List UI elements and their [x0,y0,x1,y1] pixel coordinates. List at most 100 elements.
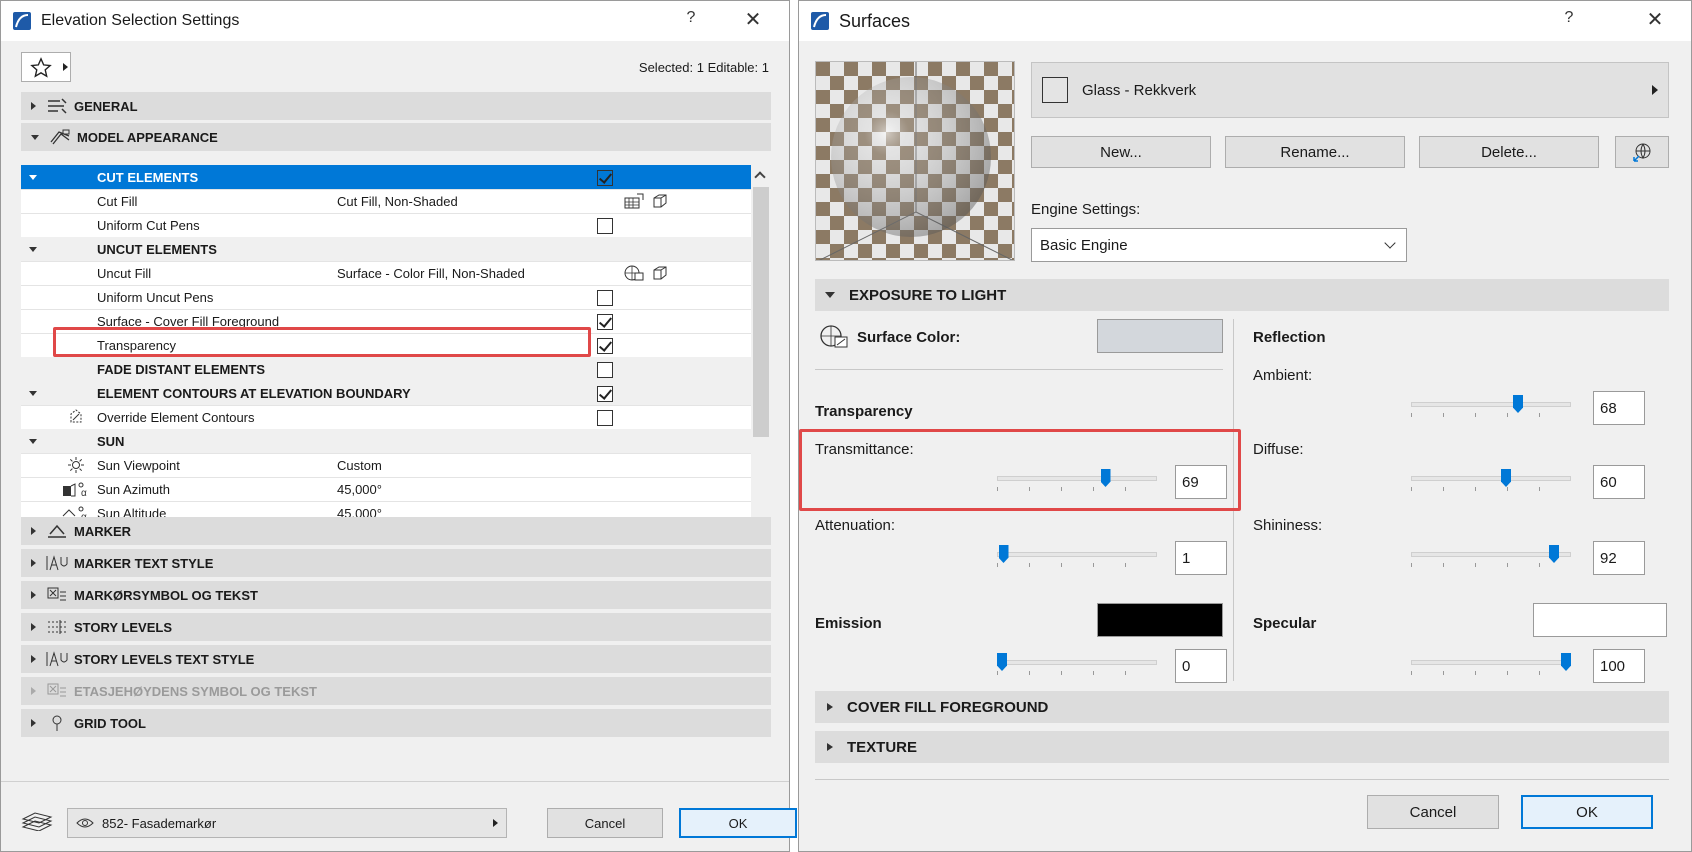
surfaces-dialog: Surfaces ? ✕ Glass - Rekkverk New... Ren… [798,0,1692,852]
row-label: FADE DISTANT ELEMENTS [97,361,266,377]
ok-button[interactable]: OK [679,808,797,838]
panel-texture[interactable]: TEXTURE [815,731,1669,763]
ambient-slider[interactable] [1411,395,1571,417]
panel-label: COVER FILL FOREGROUND [847,698,1049,716]
row-value: 45,000° [337,481,382,497]
panel-general[interactable]: GENERAL [21,92,771,120]
tree-scrollbar[interactable] [751,165,771,539]
sun-icon [61,455,91,475]
tree-row-override-contours[interactable]: Override Element Contours [21,405,751,430]
slider-thumb[interactable] [1549,545,1559,563]
shininess-input[interactable]: 92 [1593,541,1645,575]
override-contours-checkbox[interactable] [597,410,613,426]
attenuation-input[interactable]: 1 [1175,541,1227,575]
3d-box-icon[interactable] [649,263,671,283]
emission-slider[interactable] [997,653,1157,675]
tree-row-sun[interactable]: SUN [21,429,751,454]
surface-fill-icon[interactable] [623,263,645,283]
help-button[interactable]: ? [681,9,701,27]
tree-row-fade-distant[interactable]: FADE DISTANT ELEMENTS [21,357,751,382]
surface-color-swatch[interactable] [1097,319,1223,353]
tree-row-uncut-fill[interactable]: Uncut Fill Surface - Color Fill, Non-Sha… [21,261,751,286]
diffuse-slider[interactable] [1411,469,1571,491]
fade-distant-checkbox[interactable] [597,362,613,378]
material-selector[interactable]: Glass - Rekkverk [1031,62,1669,118]
emission-heading: Emission [815,615,882,632]
layers-icon [21,812,53,831]
tree-row-uniform-uncut-pens[interactable]: Uniform Uncut Pens [21,285,751,310]
fill-pattern-icon[interactable] [623,191,645,211]
panel-marker[interactable]: MARKER [21,517,771,545]
shininess-slider[interactable] [1411,545,1571,567]
transparency-checkbox[interactable] [597,338,613,354]
emission-input[interactable]: 0 [1175,649,1227,683]
specular-color-swatch[interactable] [1533,603,1667,637]
tree-row-cut-elements[interactable]: CUT ELEMENTS [21,165,751,190]
emission-color-swatch[interactable] [1097,603,1223,637]
tree-row-cut-fill[interactable]: Cut Fill Cut Fill, Non-Shaded [21,189,751,214]
close-button[interactable]: ✕ [1645,7,1665,32]
tree-row-element-contours[interactable]: ELEMENT CONTOURS AT ELEVATION BOUNDARY [21,381,751,406]
panel-cover-fill-foreground[interactable]: COVER FILL FOREGROUND [815,691,1669,723]
panel-marker-text-style[interactable]: MARKER TEXT STYLE [21,549,771,577]
layer-selector[interactable]: 852- Fasademarkør [67,808,507,838]
engine-settings-select[interactable]: Basic Engine [1031,228,1407,262]
tree-row-uncut-elements[interactable]: UNCUT ELEMENTS [21,237,751,262]
uniform-uncut-pens-checkbox[interactable] [597,290,613,306]
attenuation-slider[interactable] [997,545,1157,567]
panel-markorsymbol[interactable]: MARKØRSYMBOL OG TEKST [21,581,771,609]
slider-ticks [1411,487,1571,491]
specular-slider[interactable] [1411,653,1571,675]
specular-input[interactable]: 100 [1593,649,1645,683]
expand-arrow-icon [31,527,36,535]
ok-button[interactable]: OK [1521,795,1653,829]
scrollbar-thumb[interactable] [753,187,769,437]
cancel-button[interactable]: Cancel [1367,795,1499,829]
uniform-cut-pens-checkbox[interactable] [597,218,613,234]
slider-track [1411,476,1571,481]
globe-icon [1633,143,1651,162]
specular-heading: Specular [1253,615,1317,632]
window-title: Surfaces [839,10,911,31]
panel-story-levels[interactable]: STORY LEVELS [21,613,771,641]
diffuse-input[interactable]: 60 [1593,465,1645,499]
tree-row-sun-viewpoint[interactable]: Sun Viewpoint Custom [21,453,751,478]
panel-story-levels-text-style[interactable]: STORY LEVELS TEXT STYLE [21,645,771,673]
new-button[interactable]: New... [1031,136,1211,168]
delete-button[interactable]: Delete... [1419,136,1599,168]
expand-arrow-icon [31,559,36,567]
material-name: Glass - Rekkverk [1082,81,1197,99]
layer-name: 852- Fasademarkør [102,815,217,831]
row-label: UNCUT ELEMENTS [97,241,217,257]
rename-button[interactable]: Rename... [1225,136,1405,168]
tree-row-uniform-cut-pens[interactable]: Uniform Cut Pens [21,213,751,238]
slider-thumb[interactable] [997,653,1007,671]
collapse-arrow-icon [29,174,37,180]
slider-thumb[interactable] [1561,653,1571,671]
surface-cover-fill-checkbox[interactable] [597,314,613,330]
panel-label: MARKER [74,523,132,539]
element-contours-checkbox[interactable] [597,386,613,402]
favorites-button[interactable] [21,52,71,82]
panel-model-appearance[interactable]: MODEL APPEARANCE [21,123,771,151]
close-button[interactable]: ✕ [743,7,763,32]
panel-grid-tool[interactable]: GRID TOOL [21,709,771,737]
scroll-up-icon[interactable] [754,171,766,183]
story-levels-icon [44,617,70,637]
ambient-input[interactable]: 68 [1593,391,1645,425]
cancel-button[interactable]: Cancel [547,808,663,838]
slider-thumb[interactable] [1513,395,1523,413]
3d-box-icon[interactable] [649,191,671,211]
panel-exposure-to-light[interactable]: EXPOSURE TO LIGHT [815,279,1669,311]
footer-separator [1,781,789,782]
library-globe-button[interactable] [1615,136,1669,168]
tree-row-sun-azimuth[interactable]: α Sun Azimuth 45,000° [21,477,751,502]
help-button[interactable]: ? [1559,9,1579,27]
material-preview [815,61,1015,261]
slider-thumb[interactable] [1501,469,1511,487]
slider-thumb[interactable] [998,545,1009,563]
panel-etasjehoydens[interactable]: ETASJEHØYDENS SYMBOL OG TEKST [21,677,771,705]
cut-elements-checkbox[interactable] [597,170,613,186]
chevron-down-icon [1384,237,1396,249]
row-label: Uniform Uncut Pens [97,289,214,305]
